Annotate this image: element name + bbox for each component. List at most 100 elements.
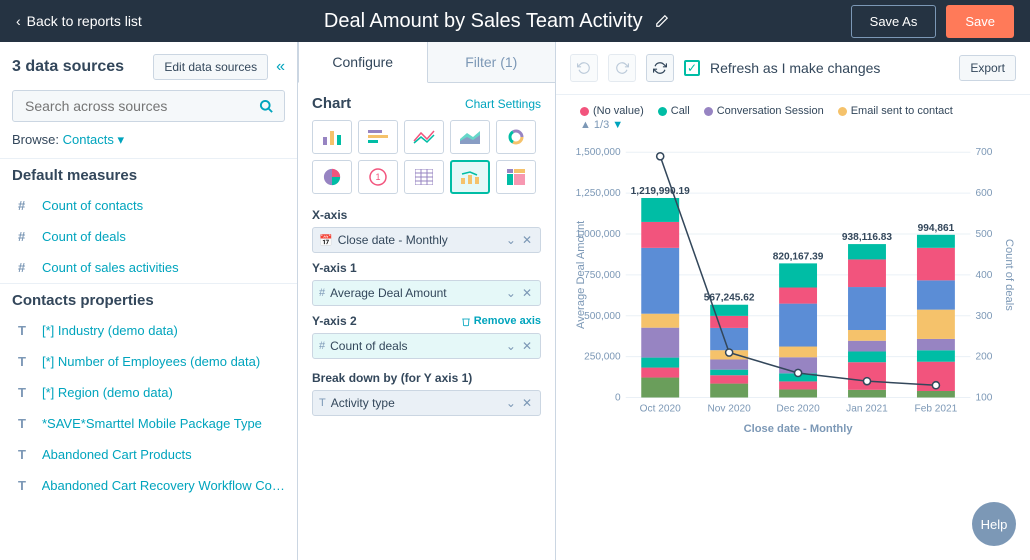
svg-text:994,861: 994,861 <box>918 223 955 234</box>
save-as-button[interactable]: Save As <box>851 5 937 38</box>
chart-type-donut[interactable] <box>496 120 536 154</box>
svg-text:Jan 2021: Jan 2021 <box>846 404 888 415</box>
svg-text:1,500,000: 1,500,000 <box>576 147 621 158</box>
configure-panel: Configure Filter (1) Chart Chart Setting… <box>298 42 556 560</box>
property-item[interactable]: T*SAVE*Smarttel Mobile Package Type <box>0 408 297 439</box>
chart-type-line[interactable] <box>404 120 444 154</box>
legend-dot-icon <box>704 107 713 116</box>
chart-type-pivot[interactable] <box>496 160 536 194</box>
chart-settings-link[interactable]: Chart Settings <box>465 97 541 111</box>
chart-type-kpi[interactable]: 1 <box>358 160 398 194</box>
y2-axis-field[interactable]: # Count of deals ⌄ ✕ <box>312 333 541 359</box>
svg-text:1,250,000: 1,250,000 <box>576 188 621 199</box>
chart-heading: Chart <box>312 95 351 112</box>
auto-refresh-label: Refresh as I make changes <box>710 60 880 76</box>
sources-title: 3 data sources <box>12 58 145 76</box>
text-icon: T <box>319 397 326 409</box>
text-icon: T <box>18 354 32 369</box>
close-icon[interactable]: ✕ <box>520 339 534 353</box>
export-button[interactable]: Export <box>959 55 1016 81</box>
help-button[interactable]: Help <box>972 502 1016 546</box>
y1-axis-field[interactable]: # Average Deal Amount ⌄ ✕ <box>312 280 541 306</box>
svg-text:400: 400 <box>975 270 992 281</box>
undo-button[interactable] <box>570 54 598 82</box>
caret-down-icon: ▾ <box>118 132 125 147</box>
legend-item: Email sent to contact <box>838 105 953 117</box>
measure-item[interactable]: #Count of sales activities <box>0 252 297 283</box>
save-button[interactable]: Save <box>946 5 1014 38</box>
chart: 0250,000500,000750,0001,000,0001,250,000… <box>570 131 1016 441</box>
legend-item: Conversation Session <box>704 105 824 117</box>
x-axis-field[interactable]: 📅 Close date - Monthly ⌄ ✕ <box>312 227 541 253</box>
svg-text:500: 500 <box>975 229 992 240</box>
measure-item[interactable]: #Count of contacts <box>0 190 297 221</box>
property-item[interactable]: T[*] Industry (demo data) <box>0 315 297 346</box>
svg-text:938,116.83: 938,116.83 <box>842 232 892 243</box>
calendar-icon: 📅 <box>319 234 333 247</box>
hash-icon: # <box>18 198 32 213</box>
browse-label: Browse: <box>12 132 59 147</box>
chevron-down-icon[interactable]: ⌄ <box>502 339 520 353</box>
hash-icon: # <box>18 229 32 244</box>
hash-icon: # <box>18 260 32 275</box>
auto-refresh-checkbox[interactable]: ✓ <box>684 60 700 76</box>
tab-configure[interactable]: Configure <box>298 42 428 83</box>
hash-icon: # <box>319 287 325 299</box>
search-input[interactable] <box>23 97 259 115</box>
close-icon[interactable]: ✕ <box>520 396 534 410</box>
chevron-down-icon[interactable]: ⌄ <box>502 233 520 247</box>
svg-text:Nov 2020: Nov 2020 <box>707 404 751 415</box>
refresh-button[interactable] <box>646 54 674 82</box>
chart-type-vbar[interactable] <box>312 120 352 154</box>
legend-pager[interactable]: ▲ 1/3 ▼ <box>570 119 1016 131</box>
collapse-panel-icon[interactable]: « <box>276 58 285 76</box>
property-item[interactable]: T[*] Number of Employees (demo data) <box>0 346 297 377</box>
svg-text:Oct 2020: Oct 2020 <box>640 404 681 415</box>
chevron-down-icon[interactable]: ⌄ <box>502 286 520 300</box>
text-icon: T <box>18 478 32 493</box>
search-icon <box>259 99 274 114</box>
property-item[interactable]: TAbandoned Cart Products <box>0 439 297 470</box>
chart-type-table[interactable] <box>404 160 444 194</box>
chart-type-hbar[interactable] <box>358 120 398 154</box>
legend-dot-icon <box>580 107 589 116</box>
svg-text:250,000: 250,000 <box>584 352 621 363</box>
x-axis-label: X-axis <box>312 208 541 222</box>
redo-button[interactable] <box>608 54 636 82</box>
y1-axis-label: Y-axis 1 <box>312 261 541 275</box>
triangle-down-icon: ▼ <box>612 119 623 131</box>
svg-text:820,167.39: 820,167.39 <box>773 251 824 262</box>
remove-axis-link[interactable]: Remove axis <box>461 315 541 327</box>
close-icon[interactable]: ✕ <box>520 233 534 247</box>
breakdown-label: Break down by (for Y axis 1) <box>312 371 541 385</box>
edit-title-icon[interactable] <box>655 14 669 28</box>
chevron-left-icon: ‹ <box>16 13 21 29</box>
legend-dot-icon <box>658 107 667 116</box>
preview-panel: ✓ Refresh as I make changes Export (No v… <box>556 42 1030 560</box>
browse-dropdown[interactable]: Contacts ▾ <box>63 132 124 147</box>
svg-text:1: 1 <box>375 172 380 182</box>
svg-text:Close date - Monthly: Close date - Monthly <box>744 423 854 435</box>
close-icon[interactable]: ✕ <box>520 286 534 300</box>
chevron-down-icon[interactable]: ⌄ <box>502 396 520 410</box>
chart-type-area[interactable] <box>450 120 490 154</box>
back-link[interactable]: ‹ Back to reports list <box>16 13 142 29</box>
svg-text:500,000: 500,000 <box>584 311 621 322</box>
chart-type-pie[interactable] <box>312 160 352 194</box>
chart-type-combo[interactable] <box>450 160 490 194</box>
svg-text:Count of deals: Count of deals <box>1003 239 1015 311</box>
text-icon: T <box>18 323 32 338</box>
svg-text:Feb 2021: Feb 2021 <box>915 404 958 415</box>
text-icon: T <box>18 385 32 400</box>
breakdown-field[interactable]: T Activity type ⌄ ✕ <box>312 390 541 416</box>
measure-item[interactable]: #Count of deals <box>0 221 297 252</box>
tab-filter[interactable]: Filter (1) <box>428 42 556 83</box>
triangle-up-icon: ▲ <box>580 119 591 131</box>
property-item[interactable]: T[*] Region (demo data) <box>0 377 297 408</box>
edit-sources-button[interactable]: Edit data sources <box>153 54 268 80</box>
chart-type-grid: 1 <box>312 120 541 194</box>
search-input-wrapper[interactable] <box>12 90 285 122</box>
svg-text:600: 600 <box>975 188 992 199</box>
property-item[interactable]: TAbandoned Cart Recovery Workflow Con… <box>0 470 297 501</box>
svg-text:300: 300 <box>975 311 992 322</box>
